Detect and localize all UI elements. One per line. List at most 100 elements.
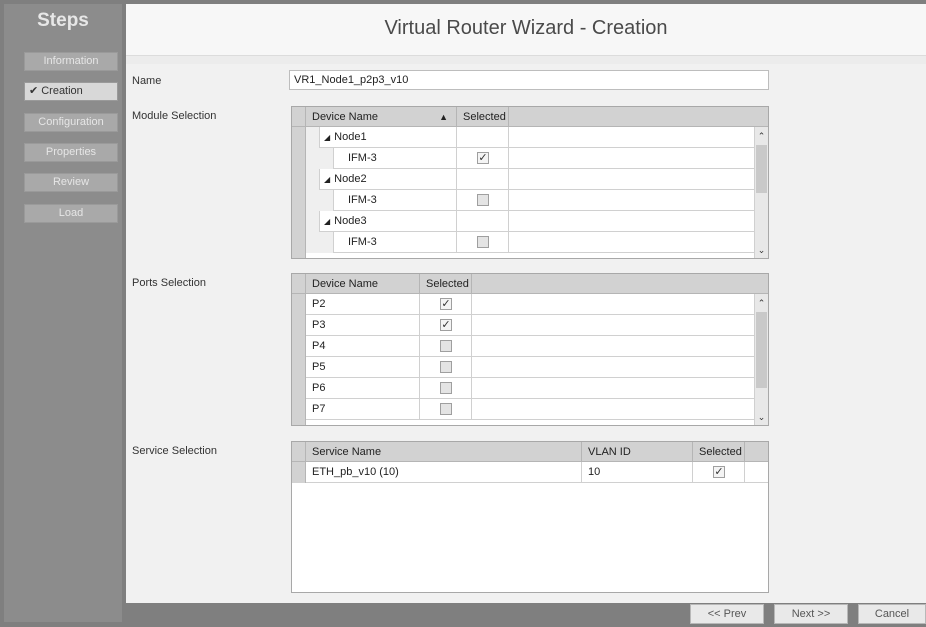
port-row[interactable]: P2 ✓ xyxy=(306,294,754,315)
selected-cell: ✓ xyxy=(457,148,509,169)
selected-checkbox[interactable]: ✓ xyxy=(440,319,452,331)
port-row[interactable]: P5 xyxy=(306,357,754,378)
selected-cell xyxy=(420,336,472,357)
tree-cell: ◢ Node2 xyxy=(306,169,457,190)
scroll-up-icon[interactable]: ⌃ xyxy=(755,131,768,142)
tree-row-group[interactable]: ◢ Node3 xyxy=(306,211,754,232)
selected-checkbox[interactable] xyxy=(477,194,489,206)
selected-cell xyxy=(420,378,472,399)
tree-cell: IFM-3 xyxy=(306,232,457,253)
selected-cell xyxy=(457,190,509,211)
service-selection-label: Service Selection xyxy=(132,445,217,457)
device-name: IFM-3 xyxy=(348,152,377,164)
module-grid-header: Device Name ▲ Selected xyxy=(292,107,768,127)
column-header-service-name[interactable]: Service Name xyxy=(306,442,582,462)
step-load[interactable]: Load xyxy=(24,204,118,223)
scrollbar-thumb[interactable] xyxy=(756,312,767,388)
selected-checkbox[interactable]: ✓ xyxy=(440,298,452,310)
selected-cell: ✓ xyxy=(420,294,472,315)
step-label: Information xyxy=(43,55,99,67)
tree-row-group[interactable]: ◢ Node1 xyxy=(306,127,754,148)
tree-row-module[interactable]: IFM-3 xyxy=(306,190,754,211)
selected-checkbox[interactable] xyxy=(477,236,489,248)
wizard-window: Steps Information ✔ Creation Configuratio… xyxy=(0,0,926,627)
name-label: Name xyxy=(132,75,162,87)
collapse-icon[interactable]: ◢ xyxy=(320,127,330,148)
device-name: Node1 xyxy=(334,131,367,143)
sort-ascending-icon: ▲ xyxy=(439,112,448,122)
port-name: P3 xyxy=(306,315,420,336)
tree-cell: IFM-3 xyxy=(306,190,457,211)
port-name: P4 xyxy=(306,336,420,357)
selected-cell: ✓ xyxy=(420,315,472,336)
cancel-button[interactable]: Cancel xyxy=(858,604,926,624)
selected-cell xyxy=(420,399,472,420)
name-input[interactable] xyxy=(289,70,769,90)
module-selection-label: Module Selection xyxy=(132,110,217,122)
tree-cell: IFM-3 xyxy=(306,148,457,169)
scrollbar-thumb[interactable] xyxy=(756,145,767,193)
step-review[interactable]: Review xyxy=(24,173,118,192)
selected-cell xyxy=(457,211,509,232)
step-configuration[interactable]: Configuration xyxy=(24,113,118,132)
row-headers xyxy=(292,127,306,258)
steps-title: Steps xyxy=(37,10,89,31)
device-name: Node2 xyxy=(334,173,367,185)
port-name: P7 xyxy=(306,399,420,420)
step-label: Properties xyxy=(45,146,97,158)
step-creation[interactable]: ✔ Creation xyxy=(24,82,118,101)
page-title: Virtual Router Wizard - Creation xyxy=(384,17,668,39)
selected-checkbox[interactable]: ✓ xyxy=(477,152,489,164)
step-information[interactable]: Information xyxy=(24,52,118,71)
port-row[interactable]: P7 xyxy=(306,399,754,420)
selected-checkbox[interactable] xyxy=(440,340,452,352)
next-button[interactable]: Next >> xyxy=(774,604,848,624)
port-row[interactable]: P6 xyxy=(306,378,754,399)
main-panel: Virtual Router Wizard - Creation Name Mo… xyxy=(126,4,926,603)
selected-cell xyxy=(457,127,509,148)
tree-row-group[interactable]: ◢ Node2 xyxy=(306,169,754,190)
selected-checkbox[interactable] xyxy=(440,382,452,394)
prev-button[interactable]: << Prev xyxy=(690,604,764,624)
ports-grid-header: Device Name Selected xyxy=(292,274,768,294)
selected-checkbox[interactable] xyxy=(440,403,452,415)
scroll-down-icon[interactable]: ⌄ xyxy=(755,245,768,256)
header: Virtual Router Wizard - Creation xyxy=(126,4,926,56)
column-header-selected[interactable]: Selected xyxy=(420,274,472,294)
selected-cell xyxy=(457,232,509,253)
column-header-device-name[interactable]: Device Name xyxy=(306,274,420,294)
column-header-device-name[interactable]: Device Name ▲ xyxy=(306,107,457,127)
module-grid: Device Name ▲ Selected ◢ Node1 IFM-3 ✓ ◢ N… xyxy=(291,106,769,259)
collapse-icon[interactable]: ◢ xyxy=(320,169,330,190)
selected-cell xyxy=(457,169,509,190)
wizard-footer: << Prev Next >> Cancel xyxy=(126,603,926,627)
step-properties[interactable]: Properties xyxy=(24,143,118,162)
column-header-vlan-id[interactable]: VLAN ID xyxy=(582,442,693,462)
row-header-corner xyxy=(292,274,306,294)
steps-sidebar: Steps Information ✔ Creation Configuratio… xyxy=(4,4,122,622)
column-header-selected[interactable]: Selected xyxy=(693,442,745,462)
column-header-selected[interactable]: Selected xyxy=(457,107,509,127)
selected-checkbox[interactable]: ✓ xyxy=(713,466,725,478)
service-grid: Service Name VLAN ID Selected ETH_pb_v10… xyxy=(291,441,769,593)
row-header-corner xyxy=(292,442,306,462)
selected-cell xyxy=(420,357,472,378)
step-label: Load xyxy=(58,207,84,219)
vertical-scrollbar[interactable]: ⌃ ⌄ xyxy=(754,294,768,425)
service-grid-header: Service Name VLAN ID Selected xyxy=(292,442,768,462)
step-label: Configuration xyxy=(38,116,104,128)
collapse-icon[interactable]: ◢ xyxy=(320,211,330,232)
port-row[interactable]: P4 xyxy=(306,336,754,357)
tree-row-module[interactable]: IFM-3 ✓ xyxy=(306,148,754,169)
step-label: Review xyxy=(52,176,90,188)
indent-gutter xyxy=(306,211,320,232)
scroll-up-icon[interactable]: ⌃ xyxy=(755,298,768,309)
tree-row-module[interactable]: IFM-3 xyxy=(306,232,754,253)
vlan-id: 10 xyxy=(582,462,693,483)
scroll-down-icon[interactable]: ⌄ xyxy=(755,412,768,423)
selected-checkbox[interactable] xyxy=(440,361,452,373)
port-row[interactable]: P3 ✓ xyxy=(306,315,754,336)
vertical-scrollbar[interactable]: ⌃ ⌄ xyxy=(754,127,768,258)
service-row[interactable]: ETH_pb_v10 (10) 10 ✓ xyxy=(306,462,768,483)
tree-cell: ◢ Node1 xyxy=(306,127,457,148)
